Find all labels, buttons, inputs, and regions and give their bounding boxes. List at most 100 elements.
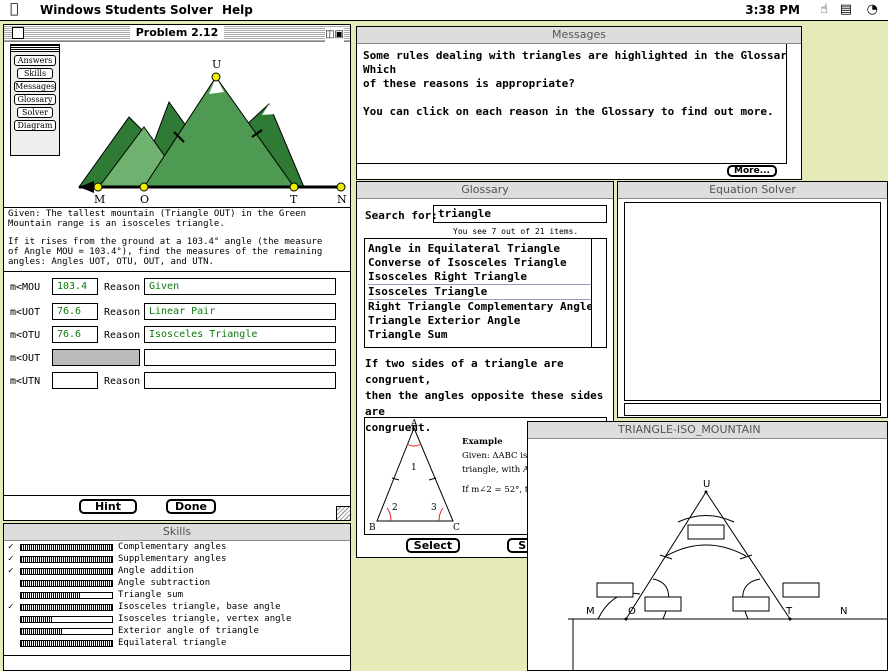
skills-titlebar[interactable]: Skills xyxy=(4,524,350,541)
skill-label: Isosceles triangle, base angle xyxy=(118,602,281,612)
point-m xyxy=(93,182,103,192)
problem-window: Problem 2.12 ◫▣ Answers Skills Messages … xyxy=(3,24,351,521)
diagram-label-m: M xyxy=(586,606,595,617)
skills-title: Skills xyxy=(162,525,192,538)
utn-value-field[interactable] xyxy=(52,372,98,389)
skill-label: Angle addition xyxy=(118,566,194,576)
out-reason-field[interactable] xyxy=(144,349,336,366)
menu-help[interactable]: Help xyxy=(222,3,253,17)
skill-label: Triangle sum xyxy=(118,590,184,600)
reason-label: Reason xyxy=(104,330,141,341)
skill-check-icon: ✓ xyxy=(8,542,14,552)
out-value-field[interactable] xyxy=(52,349,140,366)
given-text: angles: Angles UOT, OTU, OUT, and UTN. xyxy=(8,257,214,267)
application-switcher-icon[interactable]: ▤ xyxy=(840,2,852,17)
skill-row: Isosceles triangle, vertex angle xyxy=(4,613,350,625)
skills-scrollbar[interactable] xyxy=(4,655,350,670)
angle-uot-box xyxy=(644,596,682,612)
more-button[interactable]: More... xyxy=(727,165,777,177)
messages-window: Messages Some rules dealing with triangl… xyxy=(356,26,802,180)
select-button[interactable]: Select xyxy=(406,538,460,553)
glossary-item[interactable]: Converse of Isosceles Triangle xyxy=(368,256,600,270)
glossary-list-box: Angle in Equilateral Triangle Converse of… xyxy=(364,238,607,348)
menu-windows[interactable]: Windows xyxy=(40,3,101,17)
problem-statement: Given: The tallest mountain (Triangle OU… xyxy=(8,209,322,267)
glossary-item[interactable]: Triangle Exterior Angle xyxy=(368,314,600,328)
messages-title: Messages xyxy=(552,28,606,41)
menu-students[interactable]: Students xyxy=(105,3,166,17)
label-o: O xyxy=(140,193,149,206)
glossary-item[interactable]: Isosceles Triangle xyxy=(368,284,600,300)
point-o xyxy=(139,182,149,192)
hand-pointer-icon[interactable]: ☝ xyxy=(820,2,828,17)
row-label-utn: m<UTN xyxy=(10,376,41,387)
otu-value-field[interactable]: 76.6 xyxy=(52,326,98,343)
balloon-help-icon[interactable]: ◔ xyxy=(867,2,878,17)
problem-titlebar[interactable]: Problem 2.12 ◫▣ xyxy=(4,25,350,43)
diagram-label-t: T xyxy=(785,606,793,617)
skill-progress-bar xyxy=(20,580,113,587)
skill-row: Angle subtraction xyxy=(4,577,350,589)
uot-value-field[interactable]: 76.6 xyxy=(52,303,98,320)
angle-label-2: 2 xyxy=(392,503,398,513)
done-button[interactable]: Done xyxy=(166,499,216,514)
message-line: Some rules dealing with triangles are hi… xyxy=(363,49,801,76)
mountain-diagram: U M O T N xyxy=(78,58,347,206)
solver-titlebar[interactable]: Equation Solver xyxy=(618,182,887,199)
given-text: of Angle MOU = 103.4°), find the measure… xyxy=(8,247,323,257)
skills-window: Skills ✓ Complementary angles ✓ Supplementa… xyxy=(3,523,351,671)
angle-utn-box xyxy=(782,582,820,598)
menu-solver[interactable]: Solver xyxy=(170,3,213,17)
glossary-scrollbar[interactable] xyxy=(591,239,606,347)
row-label-otu: m<OTU xyxy=(10,330,41,341)
reason-label: Reason xyxy=(104,307,141,318)
angle-label-3: 3 xyxy=(431,503,437,513)
isosceles-example-diagram: A B C 1 2 3 xyxy=(369,419,460,533)
given-text: If it rises from the ground at a 103.4° … xyxy=(8,237,323,247)
apple-menu-icon[interactable]:  xyxy=(10,1,18,17)
definition-line: If two sides of a triangle are congruent… xyxy=(365,357,564,386)
given-text: Given: The tallest mountain (Triangle OU… xyxy=(8,209,307,219)
search-input[interactable]: triangle xyxy=(433,205,607,223)
diagram-titlebar[interactable]: TRIANGLE-ISO_MOUNTAIN xyxy=(528,422,887,439)
row-label-mou: m<MOU xyxy=(10,282,41,293)
messages-titlebar[interactable]: Messages xyxy=(357,27,801,44)
mou-value-field[interactable]: 103.4 xyxy=(52,278,98,295)
angle-out-box xyxy=(687,524,725,540)
glossary-item[interactable]: Angle in Equilateral Triangle xyxy=(368,242,600,256)
diagram-window: TRIANGLE-ISO_MOUNTAIN U M O T N xyxy=(527,421,888,671)
utn-reason-field[interactable] xyxy=(144,372,336,389)
angle-mou-box xyxy=(596,582,634,598)
skill-label: Supplementary angles xyxy=(118,554,227,564)
angle-otu-box xyxy=(732,596,770,612)
mou-reason-field[interactable]: Given xyxy=(144,278,336,295)
row-label-uot: m<UOT xyxy=(10,307,41,318)
skill-progress-bar xyxy=(20,544,113,551)
label-m: M xyxy=(94,193,105,206)
otu-reason-field[interactable]: Isosceles Triangle xyxy=(144,326,336,343)
skill-check-icon: ✓ xyxy=(8,554,14,564)
resize-grip-icon[interactable] xyxy=(336,506,350,520)
solver-input-line[interactable] xyxy=(624,403,881,416)
uot-reason-field[interactable]: Linear Pair xyxy=(144,303,336,320)
skill-row: ✓ Angle addition xyxy=(4,565,350,577)
close-box-icon[interactable] xyxy=(12,27,24,39)
messages-scrollbar[interactable] xyxy=(786,44,801,164)
skill-row: ✓ Complementary angles xyxy=(4,541,350,553)
glossary-item[interactable]: Triangle Sum xyxy=(368,328,600,342)
solver-workspace[interactable] xyxy=(624,202,881,401)
glossary-titlebar[interactable]: Glossary xyxy=(357,182,613,199)
glossary-item[interactable]: Right Triangle Complementary Angles xyxy=(368,300,600,314)
diagram-title: TRIANGLE-ISO_MOUNTAIN xyxy=(618,423,761,436)
skill-label: Isosceles triangle, vertex angle xyxy=(118,614,292,624)
search-label: Search for: xyxy=(365,209,438,222)
given-text: Mountain range is an isosceles triangle. xyxy=(8,219,225,229)
hint-button[interactable]: Hint xyxy=(79,499,137,514)
glossary-count: You see 7 out of 21 items. xyxy=(453,227,579,236)
point-u xyxy=(211,72,221,82)
glossary-item[interactable]: Isosceles Right Triangle xyxy=(368,270,600,284)
angle-label-1: 1 xyxy=(411,463,417,473)
zoom-box-icon[interactable]: ◫▣ xyxy=(325,27,344,43)
glossary-title: Glossary xyxy=(461,183,509,196)
skill-label: Equilateral triangle xyxy=(118,638,227,648)
